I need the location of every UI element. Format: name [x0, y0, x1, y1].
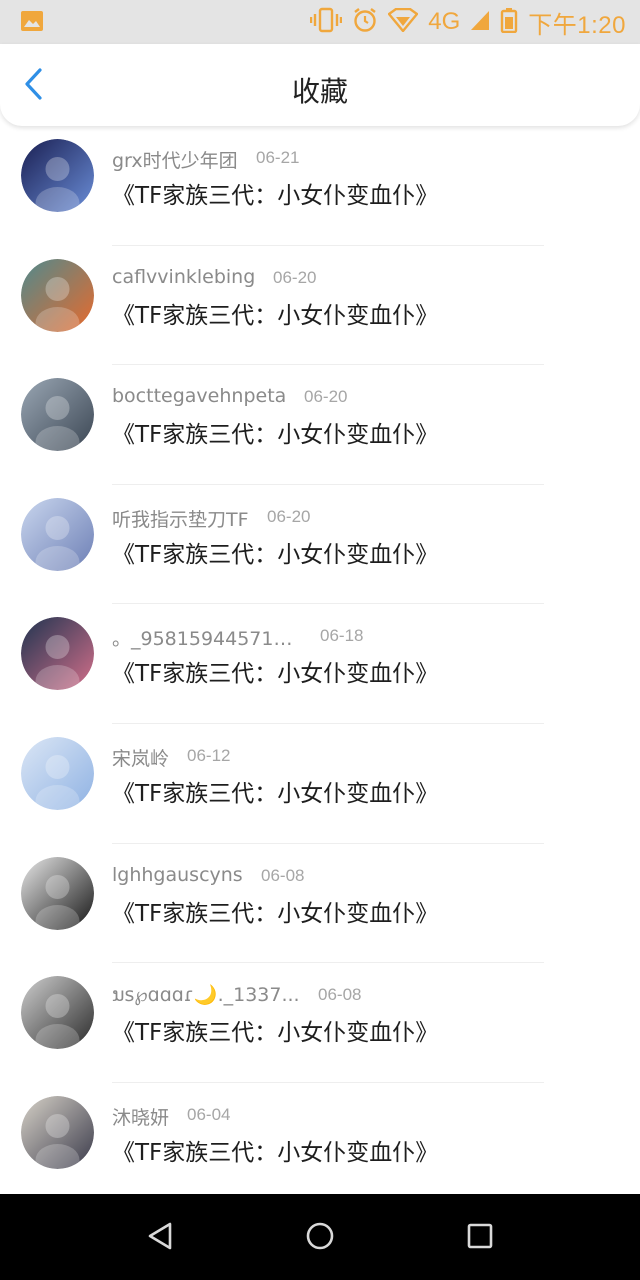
avatar: [21, 976, 94, 1050]
story-title: 《TF家族三代：小女仆变血仆》: [112, 183, 439, 209]
username: 。_958159445719...: [112, 628, 302, 651]
avatar: [21, 1095, 94, 1169]
favorite-date: 06-08: [318, 985, 362, 1005]
avatar: [21, 258, 94, 332]
favorite-date: 06-08: [261, 865, 305, 885]
story-title: 《TF家族三代：小女仆变血仆》: [112, 900, 439, 927]
favorite-item[interactable]: 听我指示垫刀TF 06-20 《TF家族三代：小女仆变血仆》: [0, 485, 640, 605]
username: ນs℘ɑɑɑɾ🌙._1337...: [112, 984, 300, 1007]
triangle-back-icon: [146, 1221, 174, 1255]
avatar: [21, 497, 94, 571]
favorite-item[interactable]: lghhgauscyns 06-08 《TF家族三代：小女仆变血仆》: [0, 844, 640, 964]
nav-home-button[interactable]: [298, 1216, 342, 1260]
square-recents-icon: [467, 1223, 493, 1253]
username: caflvvinklebing: [112, 265, 256, 288]
favorite-item[interactable]: 。_958159445719... 06-18 《TF家族三代：小女仆变血仆》: [0, 604, 640, 724]
navigation-bar: [0, 1194, 640, 1280]
favorite-item[interactable]: 沐晓妍 06-04 《TF家族三代：小女仆变血仆》: [0, 1083, 640, 1194]
nav-back-button[interactable]: [138, 1216, 182, 1260]
network-type: 4G: [428, 8, 461, 35]
favorite-date: 06-20: [304, 387, 348, 407]
story-title: 《TF家族三代：小女仆变血仆》: [112, 1020, 439, 1047]
favorite-date: 06-21: [256, 148, 300, 167]
page-title: 收藏: [291, 75, 348, 108]
status-icons: 4G 下午1:20: [310, 6, 626, 39]
favorite-date: 06-18: [320, 626, 364, 646]
story-title: 《TF家族三代：小女仆变血仆》: [112, 1139, 439, 1166]
favorite-item[interactable]: ນs℘ɑɑɑɾ🌙._1337... 06-08 《TF家族三代：小女仆变血仆》: [0, 963, 640, 1083]
favorite-date: 06-12: [187, 745, 231, 765]
avatar: [21, 378, 94, 452]
avatar: [21, 736, 94, 810]
username: 宋岚岭: [112, 747, 170, 770]
app-header: 收藏: [0, 44, 640, 126]
favorite-item[interactable]: bocttegavehnpeta 06-20 《TF家族三代：小女仆变血仆》: [0, 365, 640, 485]
favorite-date: 06-20: [267, 506, 311, 526]
signal-icon: [470, 9, 490, 35]
username: 听我指示垫刀TF: [112, 508, 249, 531]
wifi-icon: [387, 7, 420, 36]
username: bocttegavehnpeta: [112, 385, 287, 408]
favorite-date: 06-20: [273, 267, 317, 287]
battery-icon: [500, 7, 518, 37]
photo-icon: [20, 10, 44, 32]
favorite-item[interactable]: 宋岚岭 06-12 《TF家族三代：小女仆变血仆》: [0, 724, 640, 844]
nav-recents-button[interactable]: [458, 1216, 502, 1260]
circle-home-icon: [305, 1221, 335, 1255]
username: 沐晓妍: [112, 1106, 170, 1129]
story-title: 《TF家族三代：小女仆变血仆》: [112, 302, 439, 329]
story-title: 《TF家族三代：小女仆变血仆》: [112, 422, 439, 449]
clock-time: 下午1:20: [528, 11, 626, 39]
favorite-date: 06-04: [187, 1104, 231, 1124]
avatar: [21, 856, 94, 930]
username: lghhgauscyns: [112, 863, 243, 886]
favorite-item[interactable]: caflvvinklebing 06-20 《TF家族三代：小女仆变血仆》: [0, 246, 640, 366]
avatar: [21, 617, 94, 691]
status-bar: 4G 下午1:20: [0, 0, 640, 44]
favorite-item[interactable]: grx时代少年团 06-21 《TF家族三代：小女仆变血仆》: [0, 126, 640, 246]
favorites-list: grx时代少年团 06-21 《TF家族三代：小女仆变血仆》 caflvvink…: [0, 126, 640, 1194]
alarm-icon: [352, 7, 378, 37]
story-title: 《TF家族三代：小女仆变血仆》: [112, 661, 439, 688]
avatar: [21, 139, 94, 212]
story-title: 《TF家族三代：小女仆变血仆》: [112, 541, 439, 568]
story-title: 《TF家族三代：小女仆变血仆》: [112, 780, 439, 807]
username: grx时代少年团: [112, 150, 238, 172]
vibrate-icon: [310, 7, 343, 37]
